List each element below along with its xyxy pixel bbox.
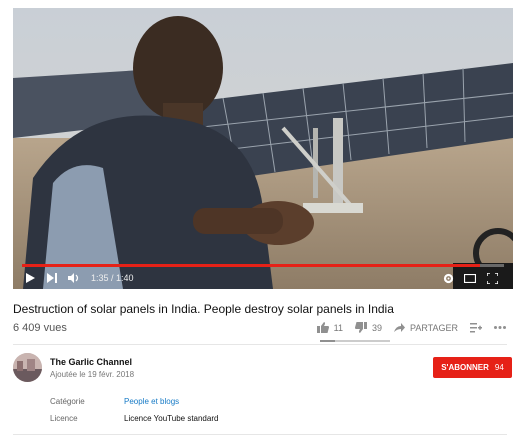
like-count: 11 bbox=[333, 322, 343, 333]
share-button[interactable]: PARTAGER bbox=[393, 322, 458, 333]
next-icon[interactable] bbox=[43, 269, 61, 287]
dislike-button[interactable]: 39 bbox=[354, 322, 382, 333]
thumbs-down-icon bbox=[354, 322, 367, 333]
thumbs-up-icon bbox=[316, 322, 329, 333]
category-link[interactable]: People et blogs bbox=[124, 397, 179, 406]
channel-avatar[interactable] bbox=[13, 353, 42, 382]
more-icon bbox=[494, 326, 506, 329]
add-to-playlist-button[interactable] bbox=[470, 322, 482, 333]
view-count: 6 409 vues bbox=[13, 322, 67, 334]
category-label: Catégorie bbox=[50, 397, 85, 406]
add-to-playlist-icon bbox=[470, 322, 482, 332]
video-title: Destruction of solar panels in India. Pe… bbox=[13, 302, 394, 316]
subscribe-button[interactable]: S'ABONNER 94 bbox=[433, 357, 512, 378]
divider bbox=[13, 344, 507, 345]
dislike-count: 39 bbox=[371, 322, 382, 333]
license-value: Licence YouTube standard bbox=[124, 414, 219, 423]
time-display: 1:35 / 1:40 bbox=[91, 273, 134, 283]
video-frame[interactable] bbox=[13, 8, 513, 289]
subscriber-count: 94 bbox=[494, 363, 504, 372]
like-ratio-fill bbox=[320, 340, 336, 342]
video-actions: 11 39 PARTAGER bbox=[316, 322, 506, 333]
player-controls: 1:35 / 1:40 bbox=[13, 267, 513, 289]
like-button[interactable]: 11 bbox=[316, 322, 343, 333]
upload-date: Ajoutée le 19 févr. 2018 bbox=[50, 370, 135, 379]
channel-name[interactable]: The Garlic Channel bbox=[50, 357, 132, 367]
license-label: Licence bbox=[50, 414, 78, 423]
more-actions-button[interactable] bbox=[494, 326, 506, 329]
video-player[interactable]: 1:35 / 1:40 bbox=[13, 8, 513, 289]
share-icon bbox=[393, 323, 405, 332]
volume-icon[interactable] bbox=[65, 269, 83, 287]
settings-icon[interactable] bbox=[439, 269, 457, 287]
share-label: PARTAGER bbox=[409, 322, 458, 333]
theater-icon[interactable] bbox=[461, 269, 479, 287]
divider bbox=[13, 434, 507, 435]
subscribe-label: S'ABONNER bbox=[441, 363, 489, 372]
like-ratio-bar bbox=[320, 340, 390, 342]
fullscreen-icon[interactable] bbox=[483, 269, 501, 287]
play-icon[interactable] bbox=[21, 269, 39, 287]
